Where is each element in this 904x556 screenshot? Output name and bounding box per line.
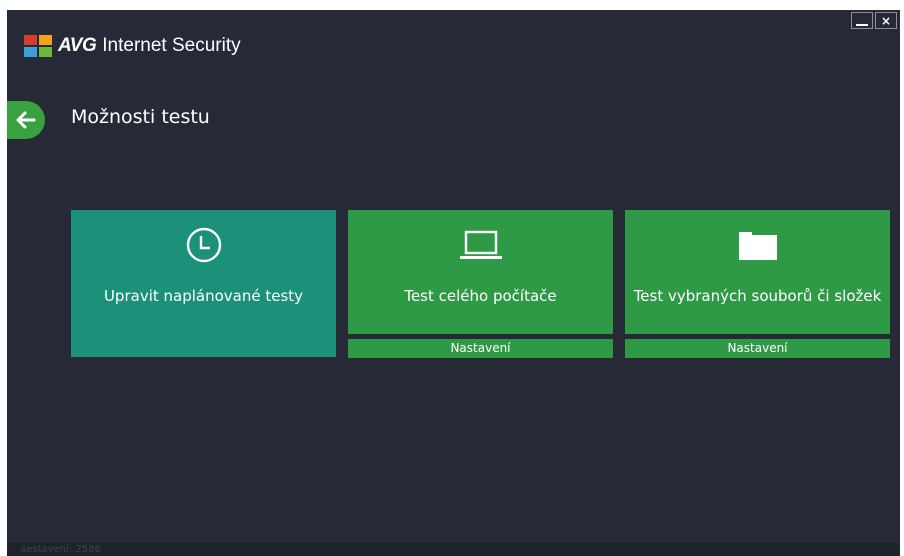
window-controls: × (851, 12, 897, 29)
build-number: sestavení: 2586 (21, 544, 101, 555)
tile-label: Test vybraných souborů či složek (633, 287, 882, 305)
app-window: × AVG Internet Security Možnosti testu U… (7, 10, 900, 556)
page-title: Možnosti testu (71, 106, 210, 128)
close-icon: × (880, 13, 892, 28)
brand-name: AVG (58, 35, 97, 56)
laptop-icon (459, 230, 502, 259)
whole-computer-scan-tile[interactable]: Test celého počítače (348, 210, 613, 334)
folder-icon (738, 232, 777, 260)
product-name: Internet Security (102, 35, 241, 56)
avg-logo-icon (24, 35, 52, 57)
tile-label: Upravit naplánované testy (103, 287, 304, 305)
scheduled-scans-tile[interactable]: Upravit naplánované testy (71, 210, 336, 357)
clock-icon (186, 227, 221, 263)
close-button[interactable]: × (875, 12, 897, 29)
files-folders-settings-button[interactable]: Nastavení (625, 339, 890, 358)
app-header: AVG Internet Security (24, 35, 241, 57)
status-bar: sestavení: 2586 (7, 543, 900, 556)
minimize-button[interactable] (851, 12, 873, 29)
minimize-icon (856, 23, 868, 26)
arrow-left-icon (16, 111, 36, 129)
whole-computer-settings-button[interactable]: Nastavení (348, 339, 613, 358)
tile-label: Test celého počítače (404, 287, 557, 305)
back-button[interactable] (7, 101, 45, 139)
files-folders-scan-tile[interactable]: Test vybraných souborů či složek (625, 210, 890, 334)
